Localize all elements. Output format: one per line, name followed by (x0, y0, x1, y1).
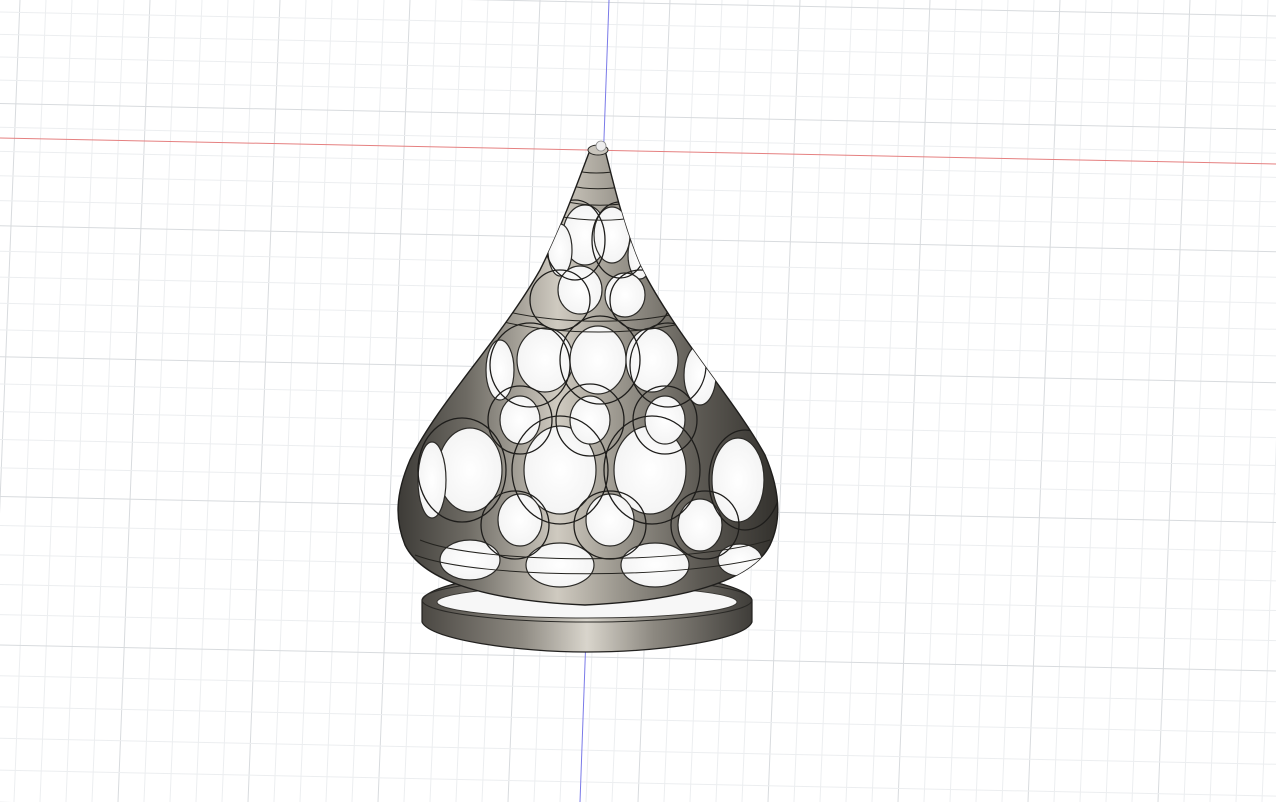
grid-line-vertical (169, 0, 203, 802)
lattice-hole (497, 493, 543, 547)
grid-line-vertical (1209, 0, 1243, 802)
grid-line-vertical (1157, 0, 1191, 802)
grid-line-vertical (1261, 438, 1276, 802)
grid-line-vertical (221, 0, 255, 802)
grid-line-vertical (39, 0, 73, 802)
grid-line-vertical (117, 0, 151, 802)
grid-line-vertical (377, 0, 411, 802)
grid-line-vertical (403, 0, 437, 802)
grid-line-horizontal (0, 706, 1276, 734)
lattice-hole (585, 493, 635, 547)
grid-line-vertical (923, 0, 957, 802)
lattice-hole (569, 325, 627, 395)
grid-line-vertical (767, 0, 801, 802)
grid-line-horizontal (0, 200, 1276, 228)
grid-line-vertical (1001, 0, 1035, 802)
grid-line-vertical (13, 0, 47, 802)
grid-line-vertical (91, 0, 125, 802)
grid-line-vertical (1183, 0, 1217, 802)
grid-line-vertical (1053, 0, 1087, 802)
grid-line-vertical (1235, 0, 1269, 802)
lattice-hole (439, 539, 501, 581)
lattice-hole (557, 265, 603, 315)
lattice-hole (677, 498, 723, 552)
grid-line-vertical (0, 0, 21, 514)
grid-line-horizontal (0, 225, 1276, 253)
grid-line-horizontal (0, 56, 1276, 84)
grid-line-horizontal (0, 103, 1276, 130)
lattice-hole (711, 437, 765, 523)
grid-line-horizontal (0, 737, 1276, 765)
lattice-hole (499, 395, 541, 445)
viewport-svg[interactable] (0, 0, 1276, 802)
tip-highlight (595, 140, 607, 152)
grid-line-vertical (741, 0, 775, 802)
grid-line-horizontal (0, 175, 1276, 203)
grid-line-vertical (143, 0, 177, 802)
lattice-hole (417, 441, 447, 519)
grid-line-vertical (1131, 0, 1165, 802)
grid-line-vertical (1027, 0, 1061, 802)
lattice-hole (516, 327, 574, 393)
grid-line-vertical (195, 0, 229, 802)
grid-line-vertical (351, 0, 385, 802)
grid-line-vertical (1105, 0, 1139, 802)
grid-line-vertical (325, 0, 359, 802)
grid-line-horizontal (0, 79, 1276, 107)
lattice-hole (717, 543, 763, 577)
grid-line-vertical (1079, 0, 1113, 802)
grid-line-vertical (871, 0, 905, 802)
lattice-hole (547, 223, 573, 277)
canvas-viewport[interactable] (0, 0, 1276, 802)
lattice-hole (620, 542, 690, 588)
grid-line-vertical (975, 0, 1009, 802)
grid-line-horizontal (466, 0, 1276, 17)
lattice-cone-lampshade[interactable] (397, 140, 781, 653)
grid-line-vertical (897, 0, 931, 802)
lattice-hole (525, 542, 595, 588)
grid-line-vertical (949, 0, 983, 802)
grid-line-vertical (65, 0, 99, 802)
